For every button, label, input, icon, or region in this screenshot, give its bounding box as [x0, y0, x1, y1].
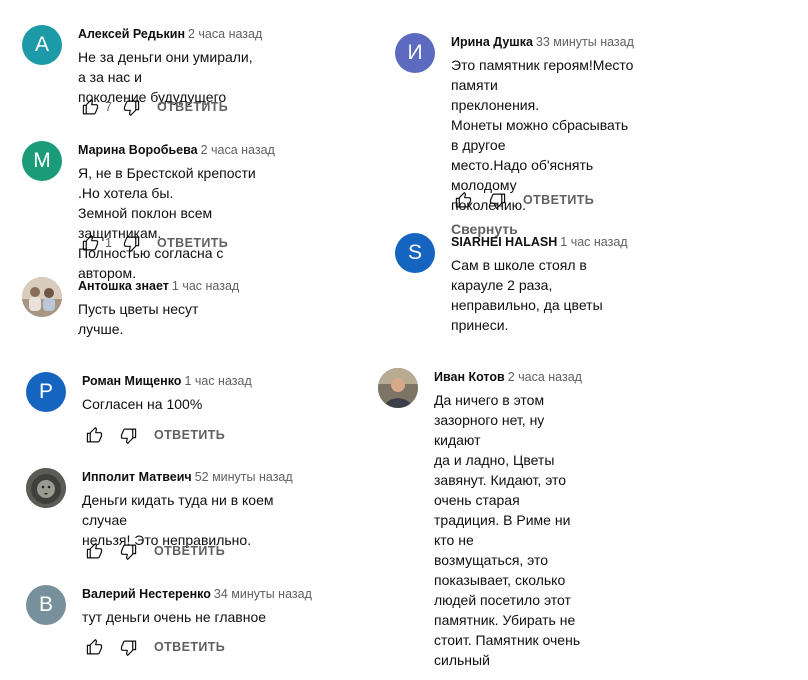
thumbs-up-icon	[86, 426, 102, 442]
like-count: 7	[105, 100, 112, 114]
author-name[interactable]: Марина Воробьева	[78, 143, 198, 157]
timestamp[interactable]: 2 часа назад	[188, 27, 262, 41]
thumbs-up-icon	[82, 98, 98, 114]
comment-actions: ОТВЕТИТЬ	[451, 188, 594, 212]
timestamp[interactable]: 34 минуты назад	[214, 587, 312, 601]
author-name[interactable]: SIARHEI HALASH	[451, 235, 557, 249]
comment-text: Пусть цветы несут лучше.	[78, 301, 199, 337]
comment-body: Роман Мищенко 1 час назад Согласен на 100…	[82, 372, 252, 414]
dislike-button[interactable]	[116, 635, 140, 659]
comment-header: Антошка знает 1 час назад	[78, 277, 239, 295]
timestamp[interactable]: 1 час назад	[172, 279, 239, 293]
timestamp[interactable]: 33 минуты назад	[536, 35, 634, 49]
dislike-button[interactable]	[485, 188, 509, 212]
avatar[interactable]: Р	[26, 372, 66, 412]
comment-actions: ОТВЕТИТЬ	[82, 423, 225, 447]
comment-body: Марина Воробьева 2 часа назад Я, не в Бре…	[78, 141, 275, 283]
comment-text: Согласен на 100%	[82, 396, 203, 412]
avatar[interactable]: М	[22, 141, 62, 181]
thumbs-down-icon	[120, 544, 136, 560]
comment-header: Алексей Редькин 2 часа назад	[78, 25, 262, 43]
reply-button[interactable]: ОТВЕТИТЬ	[157, 100, 228, 114]
avatar[interactable]	[22, 277, 62, 317]
comment-header: Ипполит Матвеич 52 минуты назад	[82, 468, 293, 486]
comment-text: Да ничего в этом зазорного нет, ну кидаю…	[434, 392, 581, 668]
avatar-photo	[378, 368, 418, 408]
lion-avatar-icon	[26, 468, 66, 508]
author-name[interactable]: Ирина Душка	[451, 35, 533, 49]
comment-header: Роман Мищенко 1 час назад	[82, 372, 252, 390]
comment-body: Валерий Нестеренко 34 минуты назад тут де…	[82, 585, 312, 627]
comment-body: Антошка знает 1 час назад Пусть цветы нес…	[78, 277, 239, 339]
reply-button[interactable]: ОТВЕТИТЬ	[154, 428, 225, 442]
reply-button[interactable]: ОТВЕТИТЬ	[157, 236, 228, 250]
author-name[interactable]: Антошка знает	[78, 279, 169, 293]
comment-text: Я, не в Брестской крепости .Но хотела бы…	[78, 165, 256, 281]
comment-actions: ОТВЕТИТЬ	[82, 635, 225, 659]
timestamp[interactable]: 52 минуты назад	[195, 470, 293, 484]
comment-header: Марина Воробьева 2 часа назад	[78, 141, 275, 159]
thumbs-up-icon	[82, 234, 98, 250]
comment-text: Сам в школе стоял в карауле 2 раза, непр…	[451, 257, 603, 333]
timestamp[interactable]: 1 час назад	[184, 374, 251, 388]
comment-body: Иван Котов 2 часа назад Да ничего в этом …	[434, 368, 582, 670]
author-name[interactable]: Валерий Нестеренко	[82, 587, 211, 601]
thumbs-up-icon	[86, 542, 102, 558]
reply-button[interactable]: ОТВЕТИТЬ	[154, 544, 225, 558]
thumbs-down-icon	[123, 236, 139, 252]
avatar[interactable]: S	[395, 233, 435, 273]
comment-text: тут деньги очень не главное	[82, 609, 267, 625]
like-button[interactable]	[82, 635, 106, 659]
like-button[interactable]	[82, 539, 106, 563]
thumbs-down-icon	[120, 640, 136, 656]
thumbs-down-icon	[123, 100, 139, 116]
comment-header: SIARHEI HALASH 1 час назад	[451, 233, 628, 251]
like-button[interactable]	[451, 188, 475, 212]
comment-header: Иван Котов 2 часа назад	[434, 368, 582, 386]
author-name[interactable]: Роман Мищенко	[82, 374, 181, 388]
author-name[interactable]: Алексей Редькин	[78, 27, 185, 41]
like-button[interactable]	[78, 95, 102, 119]
avatar-photo	[22, 277, 62, 317]
reply-button[interactable]: ОТВЕТИТЬ	[523, 193, 594, 207]
avatar[interactable]: И	[395, 33, 435, 73]
dislike-button[interactable]	[116, 539, 140, 563]
dislike-button[interactable]	[119, 95, 143, 119]
reply-button[interactable]: ОТВЕТИТЬ	[154, 640, 225, 654]
avatar[interactable]	[26, 468, 66, 508]
comment-actions: ОТВЕТИТЬ	[82, 539, 225, 563]
timestamp[interactable]: 2 часа назад	[508, 370, 582, 384]
comment-header: Ирина Душка 33 минуты назад	[451, 33, 634, 51]
thumbs-up-icon	[86, 638, 102, 654]
comment-actions: 1 ОТВЕТИТЬ	[78, 231, 228, 255]
like-button[interactable]	[78, 231, 102, 255]
comment-body: Ипполит Матвеич 52 минуты назад Деньги ки…	[82, 468, 293, 550]
comment-actions: 7 ОТВЕТИТЬ	[78, 95, 228, 119]
like-count: 1	[105, 236, 112, 250]
avatar[interactable]	[378, 368, 418, 408]
author-name[interactable]: Ипполит Матвеич	[82, 470, 192, 484]
avatar[interactable]: В	[26, 585, 66, 625]
author-name[interactable]: Иван Котов	[434, 370, 505, 384]
dislike-button[interactable]	[116, 423, 140, 447]
like-button[interactable]	[82, 423, 106, 447]
avatar[interactable]: А	[22, 25, 62, 65]
comment-header: Валерий Нестеренко 34 минуты назад	[82, 585, 312, 603]
dislike-button[interactable]	[119, 231, 143, 255]
timestamp[interactable]: 1 час назад	[560, 235, 627, 249]
thumbs-up-icon	[455, 191, 471, 207]
thumbs-down-icon	[120, 428, 136, 444]
comment-body: SIARHEI HALASH 1 час назад Сам в школе ст…	[451, 233, 628, 335]
thumbs-down-icon	[489, 193, 505, 209]
timestamp[interactable]: 2 часа назад	[201, 143, 275, 157]
